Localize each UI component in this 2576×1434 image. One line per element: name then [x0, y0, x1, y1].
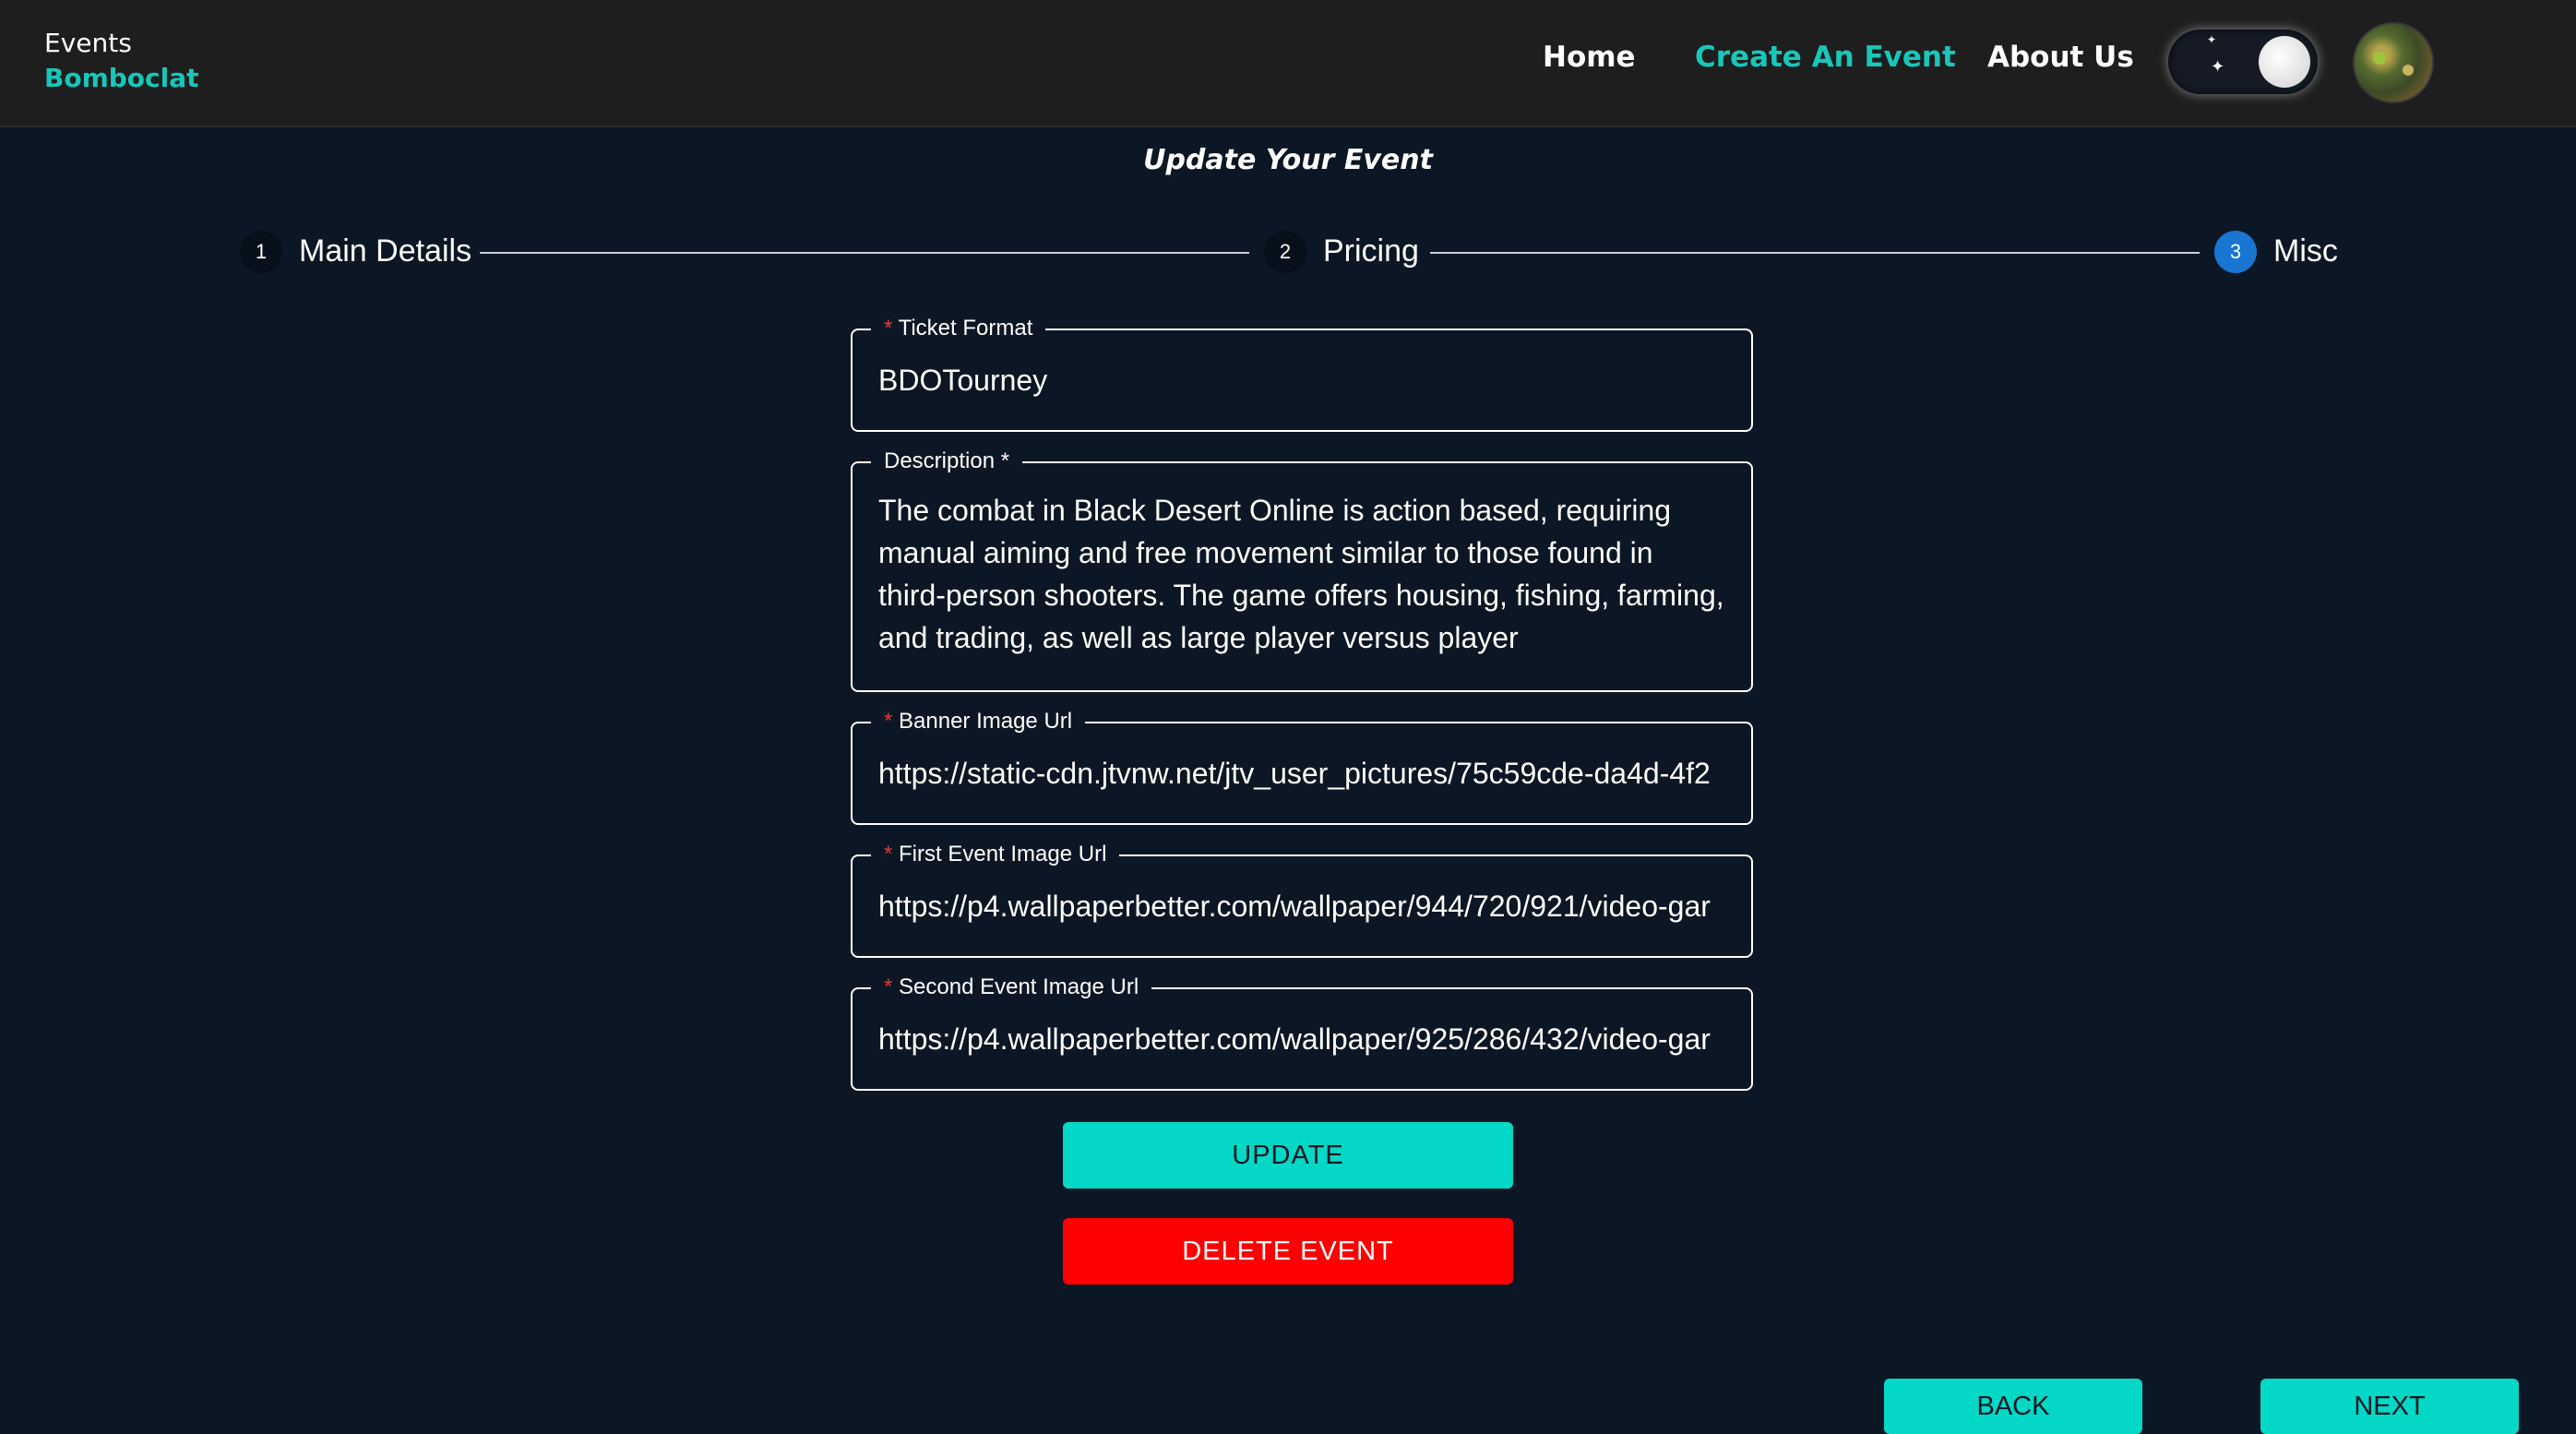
description-field[interactable]: Description * The combat in Black Desert…: [851, 448, 1753, 692]
brand-logo[interactable]: Events Bomboclat: [44, 26, 199, 96]
second-event-image-url-label-text: Second Event Image Url: [899, 974, 1139, 999]
nav-create-event[interactable]: Create An Event: [1695, 41, 1956, 74]
star-icon: ✦: [2211, 57, 2225, 76]
ticket-format-input[interactable]: BDOTourney: [878, 360, 1727, 400]
step-connector: [1430, 252, 2200, 254]
second-event-image-url-input[interactable]: https://p4.wallpaperbetter.com/wallpaper…: [878, 1019, 1727, 1059]
required-mark: *: [884, 316, 893, 341]
top-navbar: Events Bomboclat Home Create An Event Ab…: [0, 0, 2576, 127]
step-label-main-details: Main Details: [299, 233, 472, 269]
banner-image-url-field[interactable]: * Banner Image Url https://static-cdn.jt…: [851, 708, 1753, 825]
required-mark: *: [884, 709, 893, 734]
step-label-pricing: Pricing: [1323, 233, 1419, 269]
ticket-format-label-text: Ticket Format: [898, 316, 1033, 341]
avatar[interactable]: [2353, 22, 2434, 103]
step-number-1: 1: [240, 231, 282, 273]
first-event-image-url-input[interactable]: https://p4.wallpaperbetter.com/wallpaper…: [878, 886, 1727, 926]
avatar-detail: [2403, 65, 2414, 76]
delete-event-button[interactable]: DELETE EVENT: [1063, 1218, 1513, 1285]
moon-icon: [2259, 36, 2310, 88]
first-event-image-url-label-text: First Event Image Url: [899, 842, 1107, 866]
update-button[interactable]: UPDATE: [1063, 1122, 1513, 1189]
first-event-image-url-label: * First Event Image Url: [871, 841, 1120, 868]
avatar-detail: [2373, 52, 2386, 65]
banner-image-url-label-text: Banner Image Url: [899, 709, 1073, 734]
nav-home[interactable]: Home: [1543, 41, 1636, 74]
nav-about-us[interactable]: About Us: [1987, 41, 2134, 74]
required-mark: *: [884, 842, 893, 866]
step-connector: [480, 252, 1249, 254]
brand-line2: Bomboclat: [44, 63, 199, 93]
second-event-image-url-label: * Second Event Image Url: [871, 974, 1152, 1001]
step-label-misc: Misc: [2273, 233, 2338, 269]
required-mark: *: [884, 974, 893, 999]
theme-toggle[interactable]: ✦ ✦: [2168, 30, 2318, 94]
step-number-3: 3: [2214, 231, 2257, 273]
banner-image-url-label: * Banner Image Url: [871, 708, 1086, 735]
ticket-format-field[interactable]: * Ticket Format BDOTourney: [851, 315, 1753, 432]
description-label: Description *: [871, 448, 1023, 475]
next-button[interactable]: NEXT: [2260, 1379, 2519, 1434]
page-title: Update Your Event: [1143, 144, 1433, 176]
star-icon: ✦: [2207, 33, 2217, 46]
step-number-2: 2: [1264, 231, 1306, 273]
brand-line1: Events: [44, 28, 132, 58]
ticket-format-label: * Ticket Format: [871, 315, 1046, 342]
back-button[interactable]: BACK: [1884, 1379, 2142, 1434]
second-event-image-url-field[interactable]: * Second Event Image Url https://p4.wall…: [851, 974, 1753, 1091]
first-event-image-url-field[interactable]: * First Event Image Url https://p4.wallp…: [851, 841, 1753, 958]
banner-image-url-input[interactable]: https://static-cdn.jtvnw.net/jtv_user_pi…: [878, 753, 1727, 794]
description-textarea[interactable]: The combat in Black Desert Online is act…: [878, 489, 1727, 661]
